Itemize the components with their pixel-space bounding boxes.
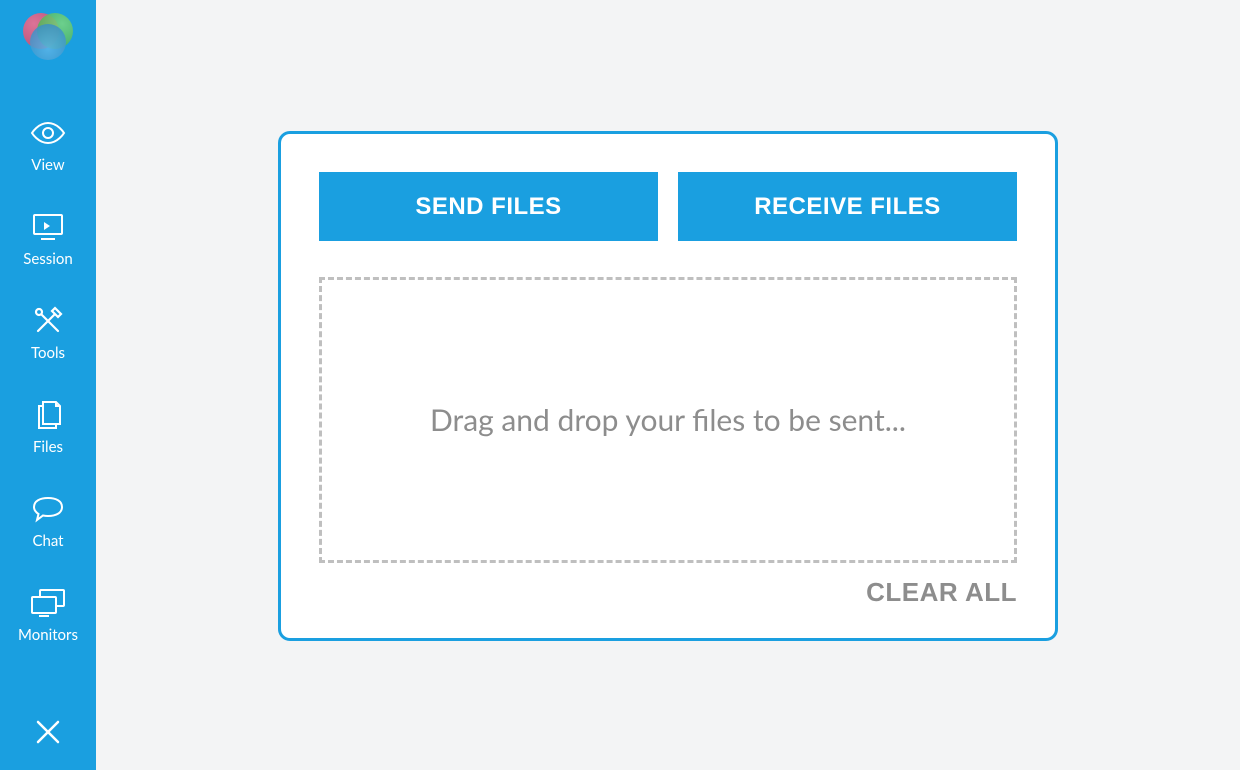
close-button[interactable] <box>0 718 96 750</box>
main-area: SEND FILES RECEIVE FILES Drag and drop y… <box>96 0 1240 770</box>
clear-row: CLEAR ALL <box>319 577 1017 608</box>
clear-all-button[interactable]: CLEAR ALL <box>866 577 1017 608</box>
chat-icon <box>31 492 65 526</box>
nav-list: View Session Tools <box>0 102 96 666</box>
send-files-button[interactable]: SEND FILES <box>319 172 658 241</box>
receive-files-button[interactable]: RECEIVE FILES <box>678 172 1017 241</box>
monitors-icon <box>30 586 66 620</box>
session-icon <box>31 210 65 244</box>
button-row: SEND FILES RECEIVE FILES <box>319 172 1017 241</box>
sidebar-item-label: Session <box>23 250 72 268</box>
sidebar-item-files[interactable]: Files <box>0 384 96 478</box>
sidebar: View Session Tools <box>0 0 96 770</box>
close-icon <box>34 718 62 750</box>
sidebar-item-label: Monitors <box>18 626 78 644</box>
file-dropzone[interactable]: Drag and drop your files to be sent... <box>319 277 1017 563</box>
sidebar-item-tools[interactable]: Tools <box>0 290 96 384</box>
tools-icon <box>33 304 63 338</box>
sidebar-item-label: Files <box>33 438 63 456</box>
file-transfer-panel: SEND FILES RECEIVE FILES Drag and drop y… <box>278 131 1058 641</box>
sidebar-item-chat[interactable]: Chat <box>0 478 96 572</box>
files-icon <box>32 398 64 432</box>
sidebar-item-label: Tools <box>31 344 65 362</box>
sidebar-item-label: View <box>31 156 64 174</box>
app-logo <box>21 8 75 62</box>
sidebar-item-view[interactable]: View <box>0 102 96 196</box>
sidebar-item-monitors[interactable]: Monitors <box>0 572 96 666</box>
sidebar-item-session[interactable]: Session <box>0 196 96 290</box>
dropzone-text: Drag and drop your files to be sent... <box>430 402 906 438</box>
eye-icon <box>30 116 66 150</box>
sidebar-item-label: Chat <box>32 532 63 550</box>
